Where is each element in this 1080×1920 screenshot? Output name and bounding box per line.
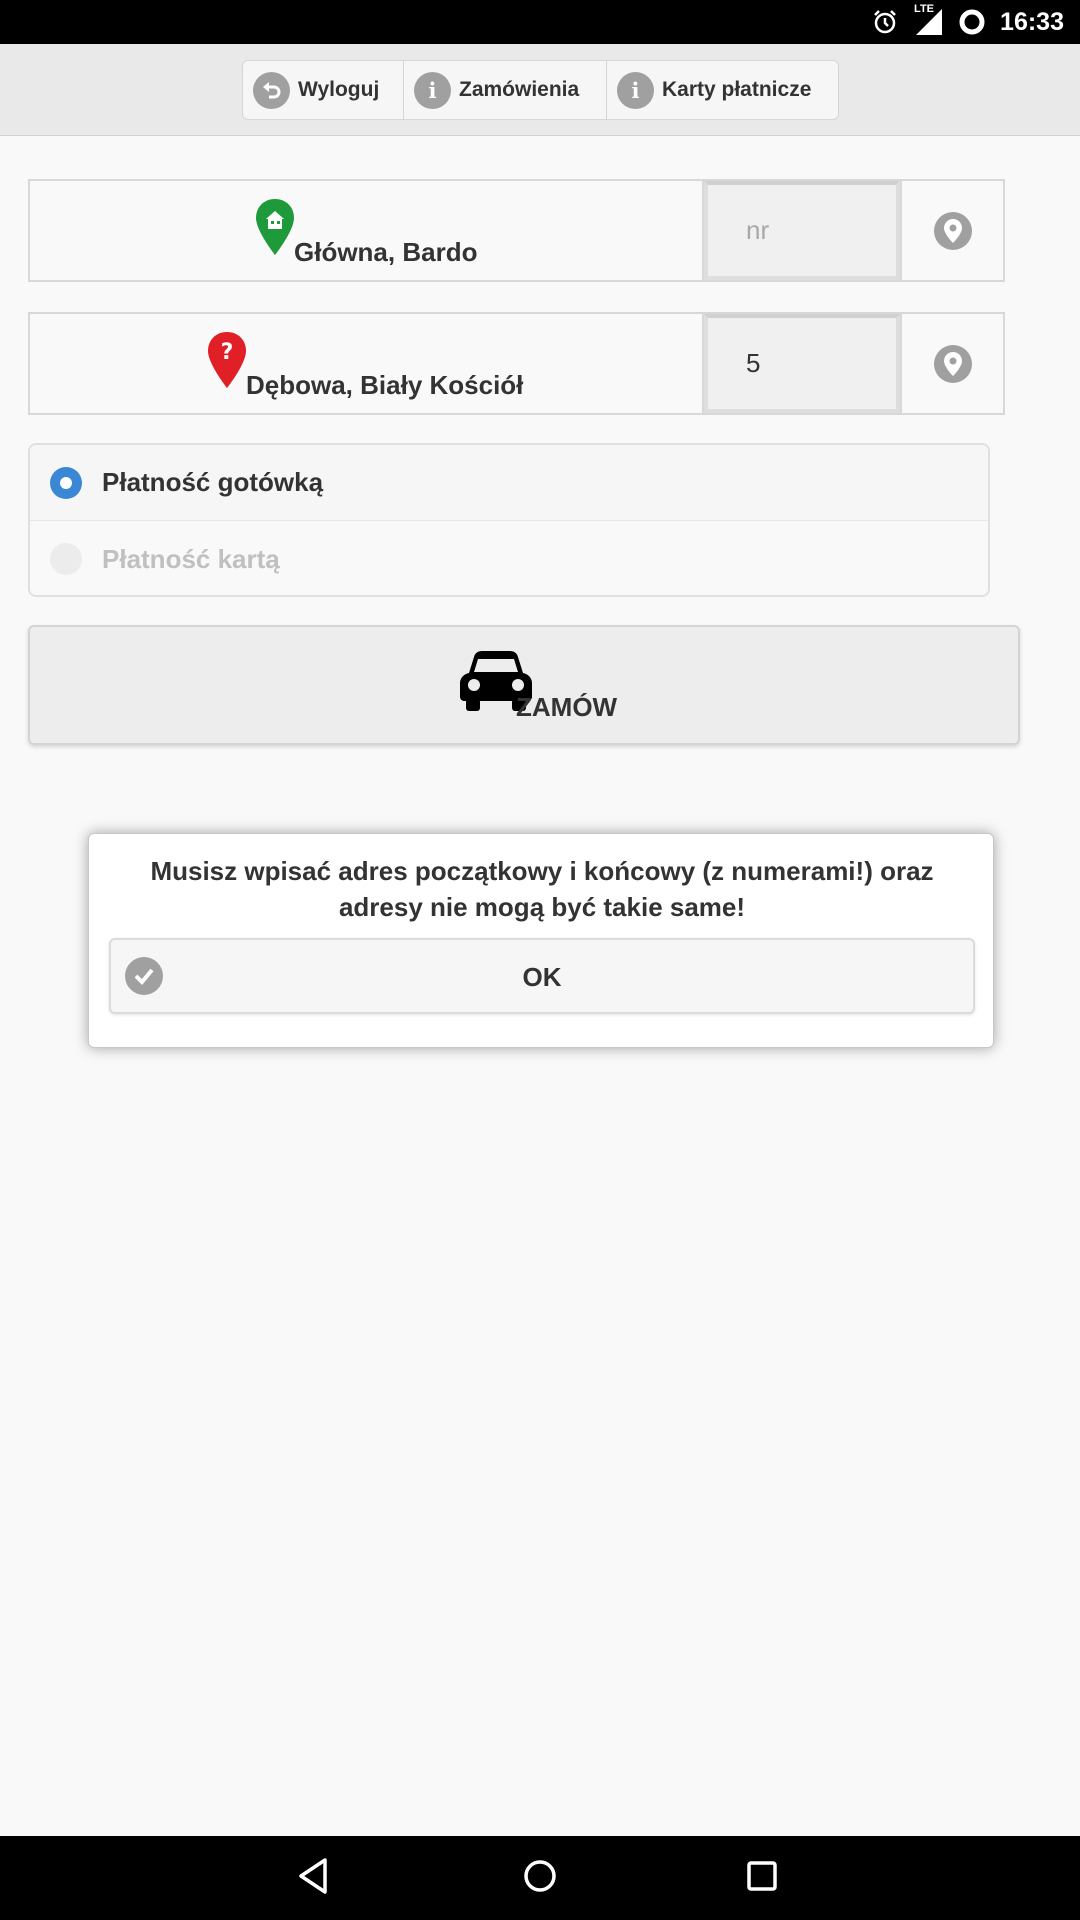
back-icon[interactable] [295, 1856, 331, 1901]
status-bar: LTE 16:33 [0, 0, 1080, 44]
radio-disabled-icon [50, 543, 82, 575]
end-address-field[interactable]: ? Dębowa, Biały Kościół [30, 314, 704, 413]
orders-label: Zamówienia [459, 78, 580, 101]
svg-text:?: ? [221, 340, 234, 365]
end-number-input[interactable]: 5 [704, 314, 900, 413]
battery-icon [958, 8, 986, 36]
navigation-bar [0, 1836, 1080, 1920]
location-pin-icon [933, 344, 972, 383]
order-button[interactable]: ZAMÓW [28, 625, 1020, 745]
home-pin-icon [256, 199, 294, 260]
payment-card-label: Płatność kartą [102, 543, 280, 574]
logout-button[interactable]: Wyloguj [243, 61, 404, 119]
start-address-field[interactable]: Główna, Bardo [30, 181, 704, 280]
start-locate-button[interactable] [900, 181, 1003, 280]
validation-dialog: Musisz wpisać adres początkowy i końcowy… [88, 833, 994, 1048]
clock: 16:33 [1000, 7, 1064, 36]
undo-icon [253, 71, 290, 109]
ok-button[interactable]: OK [109, 938, 975, 1014]
home-icon[interactable] [520, 1856, 560, 1901]
end-locate-button[interactable] [900, 314, 1003, 413]
payment-cards-button[interactable]: i Karty płatnicze [607, 61, 838, 119]
network-type: LTE [914, 3, 935, 15]
info-icon: i [617, 71, 654, 109]
end-address-label: Dębowa, Biały Kościół [246, 370, 524, 400]
payment-cash-label: Płatność gotówką [102, 467, 324, 497]
question-pin-icon: ? [208, 332, 246, 393]
top-button-group: Wyloguj i Zamówienia i Karty płatnicze [242, 60, 839, 120]
end-address-row: ? Dębowa, Biały Kościół 5 [28, 312, 1005, 415]
recents-icon[interactable] [742, 1856, 782, 1901]
orders-button[interactable]: i Zamówienia [404, 61, 607, 119]
location-pin-icon [933, 211, 972, 250]
payment-method-group: Płatność gotówką Płatność kartą [28, 443, 990, 597]
ok-label: OK [522, 962, 562, 992]
payment-cards-label: Karty płatnicze [662, 78, 812, 101]
dialog-message: Musisz wpisać adres początkowy i końcowy… [150, 856, 934, 922]
start-number-input[interactable]: nr [704, 181, 900, 280]
alarm-icon [872, 9, 898, 35]
order-button-label: ZAMÓW [516, 692, 618, 722]
start-address-label: Główna, Bardo [294, 237, 478, 267]
top-bar: Wyloguj i Zamówienia i Karty płatnicze [0, 44, 1080, 136]
radio-selected-icon [50, 466, 82, 499]
payment-card-option: Płatność kartą [30, 521, 988, 595]
lte-signal-icon: LTE [912, 3, 944, 37]
payment-cash-option[interactable]: Płatność gotówką [30, 445, 988, 521]
start-address-row: Główna, Bardo nr [28, 179, 1005, 282]
logout-label: Wyloguj [298, 78, 380, 101]
info-icon: i [414, 71, 451, 109]
